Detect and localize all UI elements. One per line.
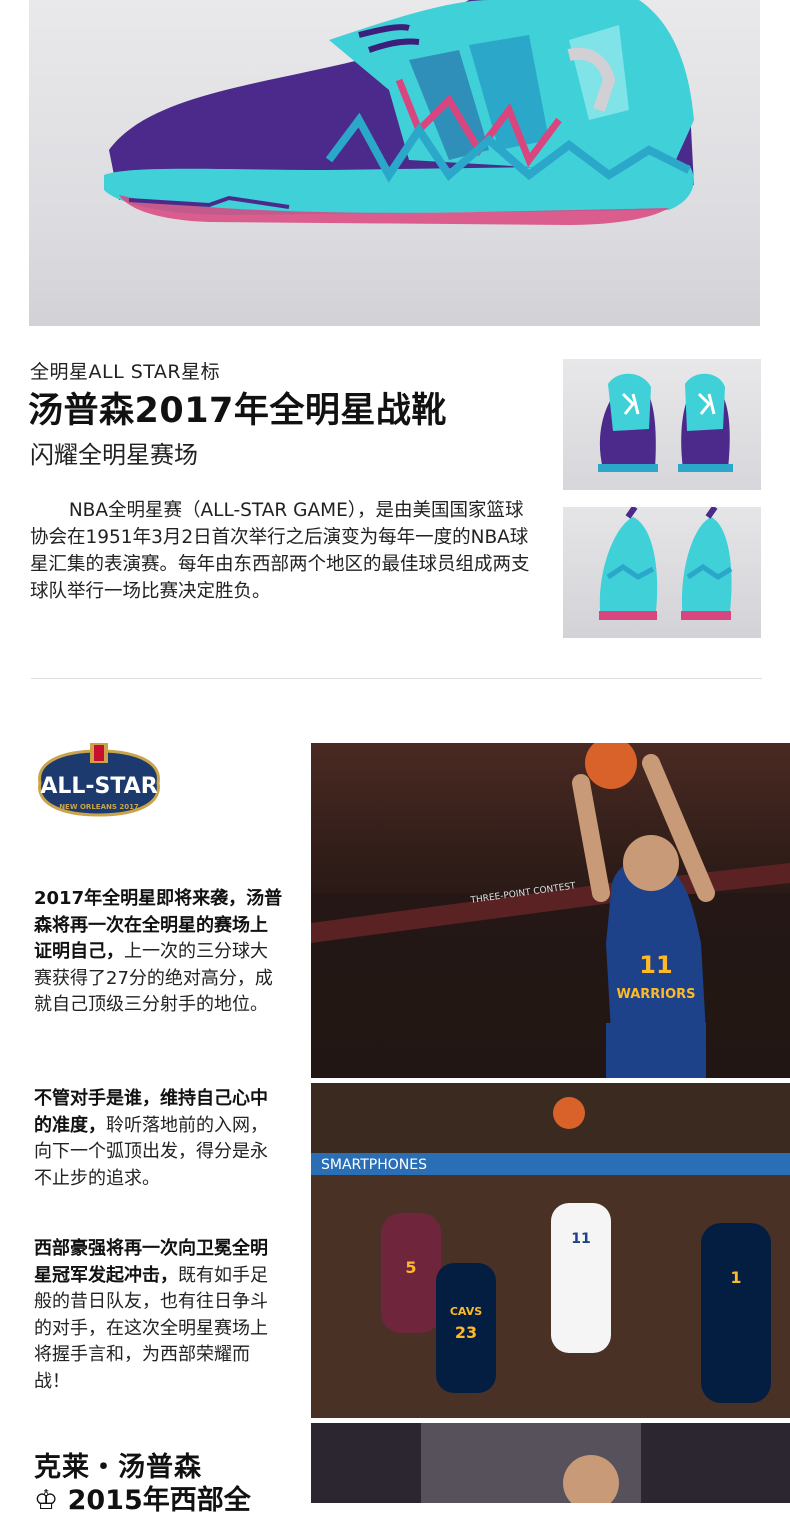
thumbnail-front-pair <box>563 359 761 490</box>
story-paragraph-2: 不管对手是谁，维持自己心中的准度，聆听落地前的入网，向下一个弧顶出发，得分是永不… <box>34 1086 284 1192</box>
story-paragraph-3: 西部豪强将再一次向卫冕全明星冠军发起冲击，既有如手足般的昔日队友，也有往日争斗的… <box>34 1236 284 1395</box>
product-subhead: 闪耀全明星赛场 <box>30 441 198 469</box>
section-divider <box>31 678 762 679</box>
product-kicker: 全明星ALL STAR星标 <box>30 361 221 383</box>
product-headline: 汤普森2017年全明星战靴 <box>28 391 447 431</box>
photo2-number-3: 11 <box>571 1231 590 1247</box>
photo2-banner-text: SMARTPHONES <box>321 1157 427 1173</box>
photo-portrait-cropped <box>311 1423 790 1503</box>
all-star-logo: ALL-STAR NEW ORLEANS 2017 <box>30 741 168 825</box>
hero-shoe-image <box>29 0 760 326</box>
photo2-cavs-text: CAVS <box>450 1305 482 1318</box>
photo2-number-4: 1 <box>730 1268 741 1287</box>
logo-subtext: NEW ORLEANS 2017 <box>59 803 139 811</box>
photo1-jersey-number: 11 <box>639 951 672 979</box>
player-honor-line: ♔ 2015年西部全 <box>34 1485 251 1516</box>
photo1-jersey-team: WARRIORS <box>616 987 695 1002</box>
photo-three-point-contest: THREE-POINT CONTEST WARRIORS 11 <box>311 743 790 1078</box>
photo-finals-game: SMARTPHONES 5 CAVS 23 11 1 <box>311 1083 790 1418</box>
photo2-number-1: 5 <box>405 1258 416 1277</box>
sneaker-illustration <box>104 0 694 225</box>
thumbnail-back-pair <box>563 507 761 638</box>
product-intro: NBA全明星赛（ALL-STAR GAME），是由美国国家篮球协会在1951年3… <box>30 500 530 602</box>
logo-text: ALL-STAR <box>40 774 157 799</box>
photo2-number-2: 23 <box>455 1323 477 1342</box>
story-paragraph-1: 2017年全明星即将来袭，汤普森将再一次在全明星的赛场上证明自己，上一次的三分球… <box>34 886 284 1019</box>
